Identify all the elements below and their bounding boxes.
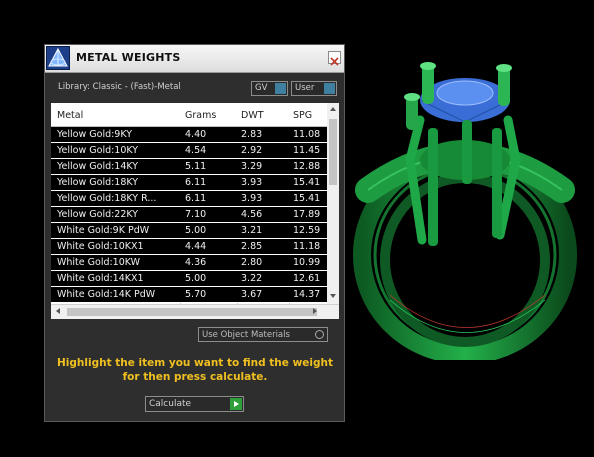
cell-spg: 14.37 [293,289,321,300]
column-header-metal[interactable]: Metal [57,110,83,121]
cell-metal: Yellow Gold:10KY [57,145,139,156]
cell-metal: White Gold:14KX1 [57,273,144,284]
cell-dwt: 4.56 [241,209,263,220]
cell-grams: 6.11 [185,177,207,188]
cell-grams: 6.11 [185,193,207,204]
table-row[interactable]: Yellow Gold:9KY 4.40 2.83 11.08 [51,127,327,143]
scroll-right-icon[interactable] [313,308,317,314]
scroll-thumb[interactable] [67,308,317,316]
cell-metal: White Gold:10KX1 [57,241,144,252]
cell-dwt: 2.83 [241,129,263,140]
table-body: Yellow Gold:9KY 4.40 2.83 11.08 Yellow Gold… [51,127,327,303]
cell-metal: Yellow Gold:22KY [57,209,139,220]
cell-grams: 5.11 [185,161,207,172]
column-header-spg[interactable]: SPG [293,110,312,121]
cell-spg: 15.41 [293,193,321,204]
cell-metal: Yellow Gold:18KY [57,177,139,188]
table-row[interactable]: White Gold:10KW 4.36 2.80 10.99 [51,255,327,271]
radio-icon[interactable] [315,330,324,339]
table-row[interactable]: Yellow Gold:18KY R... 6.11 3.93 15.41 [51,191,327,207]
scroll-left-icon[interactable] [56,308,60,314]
table-row[interactable]: Yellow Gold:18KY 6.11 3.93 15.41 [51,175,327,191]
cell-dwt: 2.85 [241,241,263,252]
cell-grams: 4.36 [185,257,207,268]
close-icon[interactable] [328,51,341,66]
cell-grams: 5.00 [185,273,207,284]
ring-model-image [353,62,577,364]
cell-spg: 12.61 [293,273,321,284]
cell-spg: 11.45 [293,145,321,156]
ring-3d-viewport[interactable] [350,60,585,364]
cell-spg: 15.41 [293,177,321,188]
cell-grams: 7.10 [185,209,207,220]
metal-weights-table: Metal Grams DWT SPG Yellow Gold:9KY 4.40 2… [51,103,339,304]
cell-grams: 5.00 [185,225,207,236]
cell-spg: 17.89 [293,209,321,220]
user-toggle-label: User [295,83,315,93]
toggle-indicator-icon [324,83,335,94]
cell-grams: 4.44 [185,241,207,252]
table-row[interactable]: White Gold:10KX1 4.44 2.85 11.18 [51,239,327,255]
cell-grams: 5.70 [185,289,207,300]
cell-metal: White Gold:9K PdW [57,225,150,236]
gv-toggle[interactable]: GV [251,81,288,96]
calculate-label: Calculate [149,399,192,409]
toggle-indicator-icon [275,83,286,94]
table-row[interactable]: White Gold:14K PdW 5.70 3.67 14.37 [51,287,327,303]
cell-dwt: 2.80 [241,257,263,268]
cell-metal: Yellow Gold:14KY [57,161,139,172]
table-row[interactable]: White Gold:9K PdW 5.00 3.21 12.59 [51,223,327,239]
scroll-thumb[interactable] [329,119,337,185]
cell-metal: White Gold:10KW [57,257,141,268]
table-header: Metal Grams DWT SPG [51,103,327,127]
column-header-dwt[interactable]: DWT [241,110,264,121]
cell-spg: 11.08 [293,129,321,140]
cell-dwt: 2.92 [241,145,263,156]
gv-toggle-label: GV [255,83,268,93]
title-bar: METAL WEIGHTS [45,45,344,73]
cell-spg: 10.99 [293,257,321,268]
table-row[interactable]: Yellow Gold:22KY 7.10 4.56 17.89 [51,207,327,223]
cell-dwt: 3.93 [241,177,263,188]
cell-dwt: 3.67 [241,289,263,300]
vertical-scrollbar[interactable] [327,103,339,304]
cell-dwt: 3.29 [241,161,263,172]
cell-spg: 12.88 [293,161,321,172]
cell-metal: Yellow Gold:18KY R... [57,193,157,204]
use-object-materials-option[interactable]: Use Object Materials [198,327,328,342]
table-row[interactable]: White Gold:14KX1 5.00 3.22 12.61 [51,271,327,287]
scroll-down-icon[interactable] [330,294,336,298]
app-logo-icon [46,46,70,70]
cell-grams: 4.54 [185,145,207,156]
cell-spg: 12.59 [293,225,321,236]
cell-dwt: 3.22 [241,273,263,284]
cell-dwt: 3.93 [241,193,263,204]
cell-dwt: 3.21 [241,225,263,236]
calculate-dropdown[interactable]: Calculate [145,396,244,412]
play-arrow-icon[interactable] [230,398,242,410]
instruction-text: Highlight the item you want to find the … [57,357,333,383]
cell-metal: Yellow Gold:9KY [57,129,133,140]
horizontal-scrollbar[interactable] [51,304,339,319]
window-title: METAL WEIGHTS [76,51,181,64]
table-row[interactable]: Yellow Gold:10KY 4.54 2.92 11.45 [51,143,327,159]
cell-metal: White Gold:14K PdW [57,289,156,300]
column-header-grams[interactable]: Grams [185,110,216,121]
metal-weights-panel: METAL WEIGHTS Library: Classic - (Fast)-… [44,44,345,422]
cell-spg: 11.18 [293,241,321,252]
library-label: Library: Classic - (Fast)-Metal [58,82,181,92]
scroll-up-icon[interactable] [330,107,336,111]
user-toggle[interactable]: User [291,81,337,96]
table-row[interactable]: Yellow Gold:14KY 5.11 3.29 12.88 [51,159,327,175]
use-object-materials-label: Use Object Materials [202,330,290,340]
cell-grams: 4.40 [185,129,207,140]
